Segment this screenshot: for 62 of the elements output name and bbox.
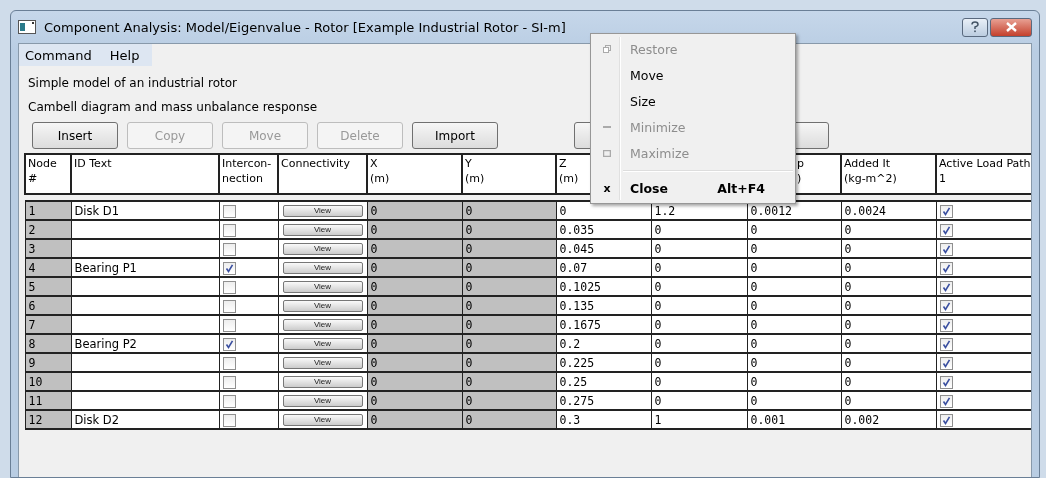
minimize-icon: [603, 126, 611, 128]
help-button[interactable]: [962, 17, 988, 37]
menu-item[interactable]: Command: [25, 47, 92, 63]
checkbox[interactable]: [939, 337, 953, 351]
menu-item[interactable]: Move: [593, 62, 793, 88]
column-header: Added It (kg-m^2): [841, 154, 936, 194]
description-text: Cambell diagram and mass unbalance response: [28, 99, 318, 116]
view-button[interactable]: View: [282, 318, 363, 331]
view-button[interactable]: View: [282, 242, 363, 255]
checkbox[interactable]: [939, 204, 953, 218]
checkbox[interactable]: [222, 337, 236, 351]
restore-icon: [603, 45, 611, 53]
column-header: ID Text: [71, 154, 219, 194]
maximize-icon: [603, 149, 611, 157]
description-text: Simple model of an industrial rotor: [28, 75, 237, 92]
checkbox[interactable]: [222, 413, 236, 427]
view-button[interactable]: View: [282, 223, 363, 236]
checkbox[interactable]: [939, 223, 953, 237]
checkbox[interactable]: [939, 299, 953, 313]
checkbox[interactable]: [939, 242, 953, 256]
checkbox[interactable]: [939, 356, 953, 370]
menu-item[interactable]: Help: [109, 47, 140, 63]
view-button[interactable]: View: [282, 394, 363, 407]
checkbox[interactable]: [222, 223, 236, 237]
checkbox[interactable]: [939, 261, 953, 275]
help-icon: [970, 21, 980, 33]
checkbox[interactable]: [222, 356, 236, 370]
view-button[interactable]: View: [282, 413, 363, 426]
checkbox[interactable]: [222, 261, 236, 275]
app-icon: [18, 20, 36, 34]
column-header: Intercon- nection: [219, 154, 278, 194]
close-icon: x: [603, 181, 611, 195]
view-button[interactable]: View: [282, 204, 363, 217]
view-button[interactable]: View: [282, 337, 363, 350]
column-header: Connectivity: [278, 154, 367, 194]
toolbar-button[interactable]: Insert: [32, 122, 118, 149]
checkbox[interactable]: [939, 394, 953, 408]
checkbox[interactable]: [939, 280, 953, 294]
checkbox[interactable]: [222, 394, 236, 408]
checkbox[interactable]: [939, 318, 953, 332]
checkbox[interactable]: [222, 318, 236, 332]
menu-item[interactable]: Size: [593, 88, 793, 114]
view-button[interactable]: View: [282, 299, 363, 312]
checkbox[interactable]: [939, 413, 953, 427]
view-button[interactable]: View: [282, 356, 363, 369]
close-button[interactable]: [990, 17, 1032, 37]
toolbar-button[interactable]: Import: [412, 122, 498, 149]
column-header: Node #: [25, 154, 71, 194]
view-button[interactable]: View: [282, 375, 363, 388]
checkbox[interactable]: [222, 375, 236, 389]
checkbox[interactable]: [222, 242, 236, 256]
view-button[interactable]: View: [282, 261, 363, 274]
column-header: X (m): [367, 154, 462, 194]
view-button[interactable]: View: [282, 280, 363, 293]
checkbox[interactable]: [222, 204, 236, 218]
window-title: Component Analysis: Model/Eigenvalue - Rotor [Example Industrial Rotor - SI-m]: [44, 19, 566, 35]
checkbox[interactable]: [222, 280, 236, 294]
checkbox[interactable]: [222, 299, 236, 313]
checkbox[interactable]: [939, 375, 953, 389]
column-header: Y (m): [462, 154, 556, 194]
column-header: Active Load Path 1: [936, 154, 1031, 194]
close-icon: [1005, 22, 1017, 32]
